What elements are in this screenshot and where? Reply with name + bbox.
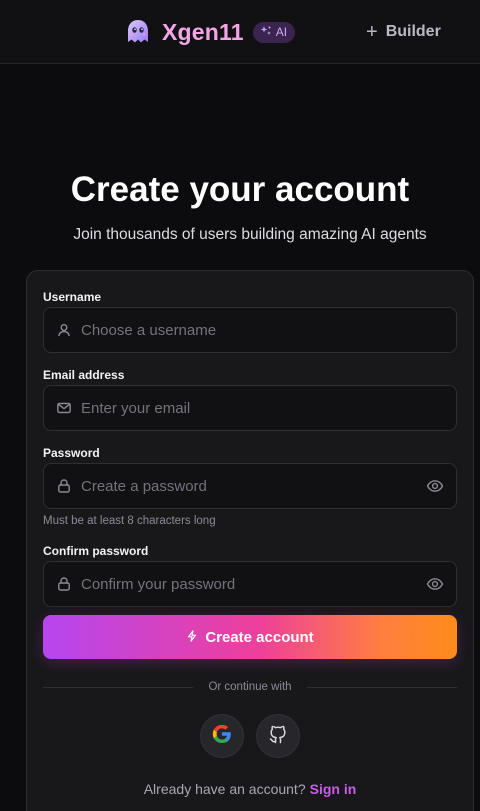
divider-text: Or continue with (208, 681, 292, 693)
ai-badge: AI (252, 21, 296, 43)
confirm-password-input[interactable] (81, 575, 426, 593)
password-input[interactable] (81, 477, 426, 495)
username-input[interactable] (81, 321, 456, 339)
ghost-mascot-icon (123, 17, 153, 47)
top-header: Xgen11 AI + Builder (0, 0, 480, 64)
google-signin-button[interactable] (200, 714, 244, 758)
logo[interactable]: Xgen11 AI (123, 17, 296, 47)
password-hint: Must be at least 8 characters long (43, 515, 216, 527)
mail-icon (56, 400, 72, 416)
brand-name: Xgen11 (162, 18, 244, 45)
page-subtitle: Join thousands of users building amazing… (73, 226, 427, 243)
github-signin-button[interactable] (256, 714, 300, 758)
signin-prompt: Already have an account? (143, 781, 306, 797)
create-account-label: Create account (205, 628, 314, 646)
github-icon (268, 724, 288, 749)
username-label: Username (43, 290, 102, 304)
ai-badge-label: AI (275, 25, 288, 39)
signin-row: Already have an account? Sign in (0, 781, 480, 797)
lightning-icon (186, 629, 198, 646)
lock-icon (56, 576, 72, 592)
sparkles-icon (260, 25, 272, 40)
email-field[interactable] (43, 385, 457, 431)
signin-link[interactable]: Sign in (310, 781, 357, 797)
page-title: Create your account (70, 170, 410, 209)
google-icon (212, 724, 232, 749)
user-icon (56, 322, 72, 338)
builder-link[interactable]: + Builder (366, 22, 441, 42)
username-field[interactable] (43, 307, 457, 353)
confirm-password-label: Confirm password (43, 544, 149, 558)
lock-icon (56, 478, 72, 494)
email-input[interactable] (81, 399, 456, 417)
email-label: Email address (43, 368, 125, 382)
plus-icon: + (366, 21, 378, 43)
password-label: Password (43, 446, 100, 460)
password-field[interactable] (43, 463, 457, 509)
eye-icon[interactable] (426, 477, 444, 495)
eye-icon[interactable] (426, 575, 444, 593)
create-account-button[interactable]: Create account (43, 615, 457, 659)
builder-label: Builder (385, 23, 441, 40)
confirm-password-field[interactable] (43, 561, 457, 607)
